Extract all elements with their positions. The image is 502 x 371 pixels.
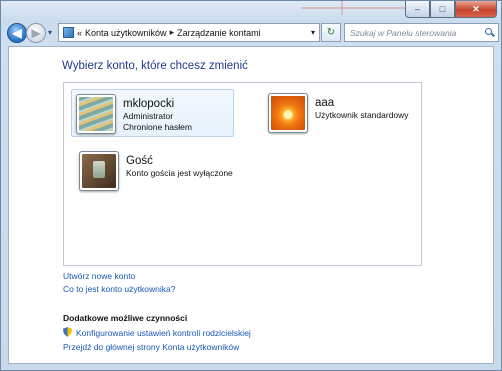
recent-pages-dropdown[interactable]: ▾ [48, 28, 52, 37]
account-links: Utwórz nowe konto Co to jest konto użytk… [63, 271, 175, 294]
caption-buttons: – □ ✕ [405, 1, 497, 18]
refresh-button[interactable]: ↻ [321, 23, 341, 42]
control-panel-window: – □ ✕ ◀ ▶ ▾ « Konta użytkowników ▸ Zarzą… [0, 0, 502, 371]
guest-picture-icon [82, 154, 116, 188]
accounts-list: mklopocki Administrator Chronione hasłem… [63, 82, 422, 266]
account-name: mklopocki [123, 98, 175, 110]
shield-icon [63, 327, 72, 337]
what-is-account-link[interactable]: Co to jest konto użytkownika? [63, 284, 175, 294]
forward-button[interactable]: ▶ [26, 23, 46, 43]
user-accounts-home-link[interactable]: Przejdź do głównej strony Konta użytkown… [63, 342, 239, 352]
breadcrumb-user-accounts[interactable]: Konta użytkowników [85, 28, 167, 38]
parental-controls-row[interactable]: Konfigurowanie ustawień kontroli rodzici… [63, 327, 251, 338]
parental-controls-link[interactable]: Konfigurowanie ustawień kontroli rodzici… [76, 328, 251, 338]
content-pane: Wybierz konto, które chcesz zmienić mklo… [8, 46, 494, 364]
create-account-link[interactable]: Utwórz nowe konto [63, 271, 175, 281]
account-tile-guest[interactable]: Gość Konto gościa jest wyłączone [79, 151, 249, 197]
avatar [76, 94, 116, 134]
additional-tasks-heading: Dodatkowe możliwe czynności [63, 313, 188, 323]
account-status: Chronione hasłem [123, 122, 192, 132]
account-tile-aaa[interactable]: aaa Użytkownik standardowy [268, 93, 418, 139]
breadcrumb-separator[interactable]: ▸ [170, 27, 175, 38]
avatar [79, 151, 119, 191]
account-status: Konto gościa jest wyłączone [126, 168, 233, 178]
close-button[interactable]: ✕ [455, 1, 497, 18]
search-box[interactable]: Szukaj w Panelu sterowania [344, 23, 499, 42]
breadcrumb-manage-accounts[interactable]: Zarządzanie kontami [177, 28, 261, 38]
account-type: Administrator [123, 111, 174, 121]
account-tile-mklopocki[interactable]: mklopocki Administrator Chronione hasłem [71, 89, 234, 137]
breadcrumb-overflow[interactable]: « [77, 28, 82, 38]
address-dropdown-button[interactable]: ▾ [311, 28, 315, 37]
background-decoration [341, 1, 343, 15]
flower-picture-icon [271, 96, 305, 130]
account-name: aaa [315, 97, 335, 109]
account-name: Gość [126, 155, 153, 167]
search-icon[interactable] [485, 28, 494, 37]
page-title: Wybierz konto, które chcesz zmienić [62, 60, 248, 72]
stairs-picture-icon [79, 97, 113, 131]
search-input[interactable]: Szukaj w Panelu sterowania [350, 28, 456, 38]
back-button[interactable]: ◀ [7, 23, 27, 43]
avatar [268, 93, 308, 133]
control-panel-icon [63, 27, 74, 38]
maximize-button[interactable]: □ [430, 1, 455, 18]
address-bar[interactable]: « Konta użytkowników ▸ Zarządzanie konta… [58, 23, 320, 42]
minimize-button[interactable]: – [405, 1, 430, 18]
navigation-bar: ◀ ▶ ▾ « Konta użytkowników ▸ Zarządzanie… [5, 22, 499, 44]
account-type: Użytkownik standardowy [315, 110, 409, 120]
